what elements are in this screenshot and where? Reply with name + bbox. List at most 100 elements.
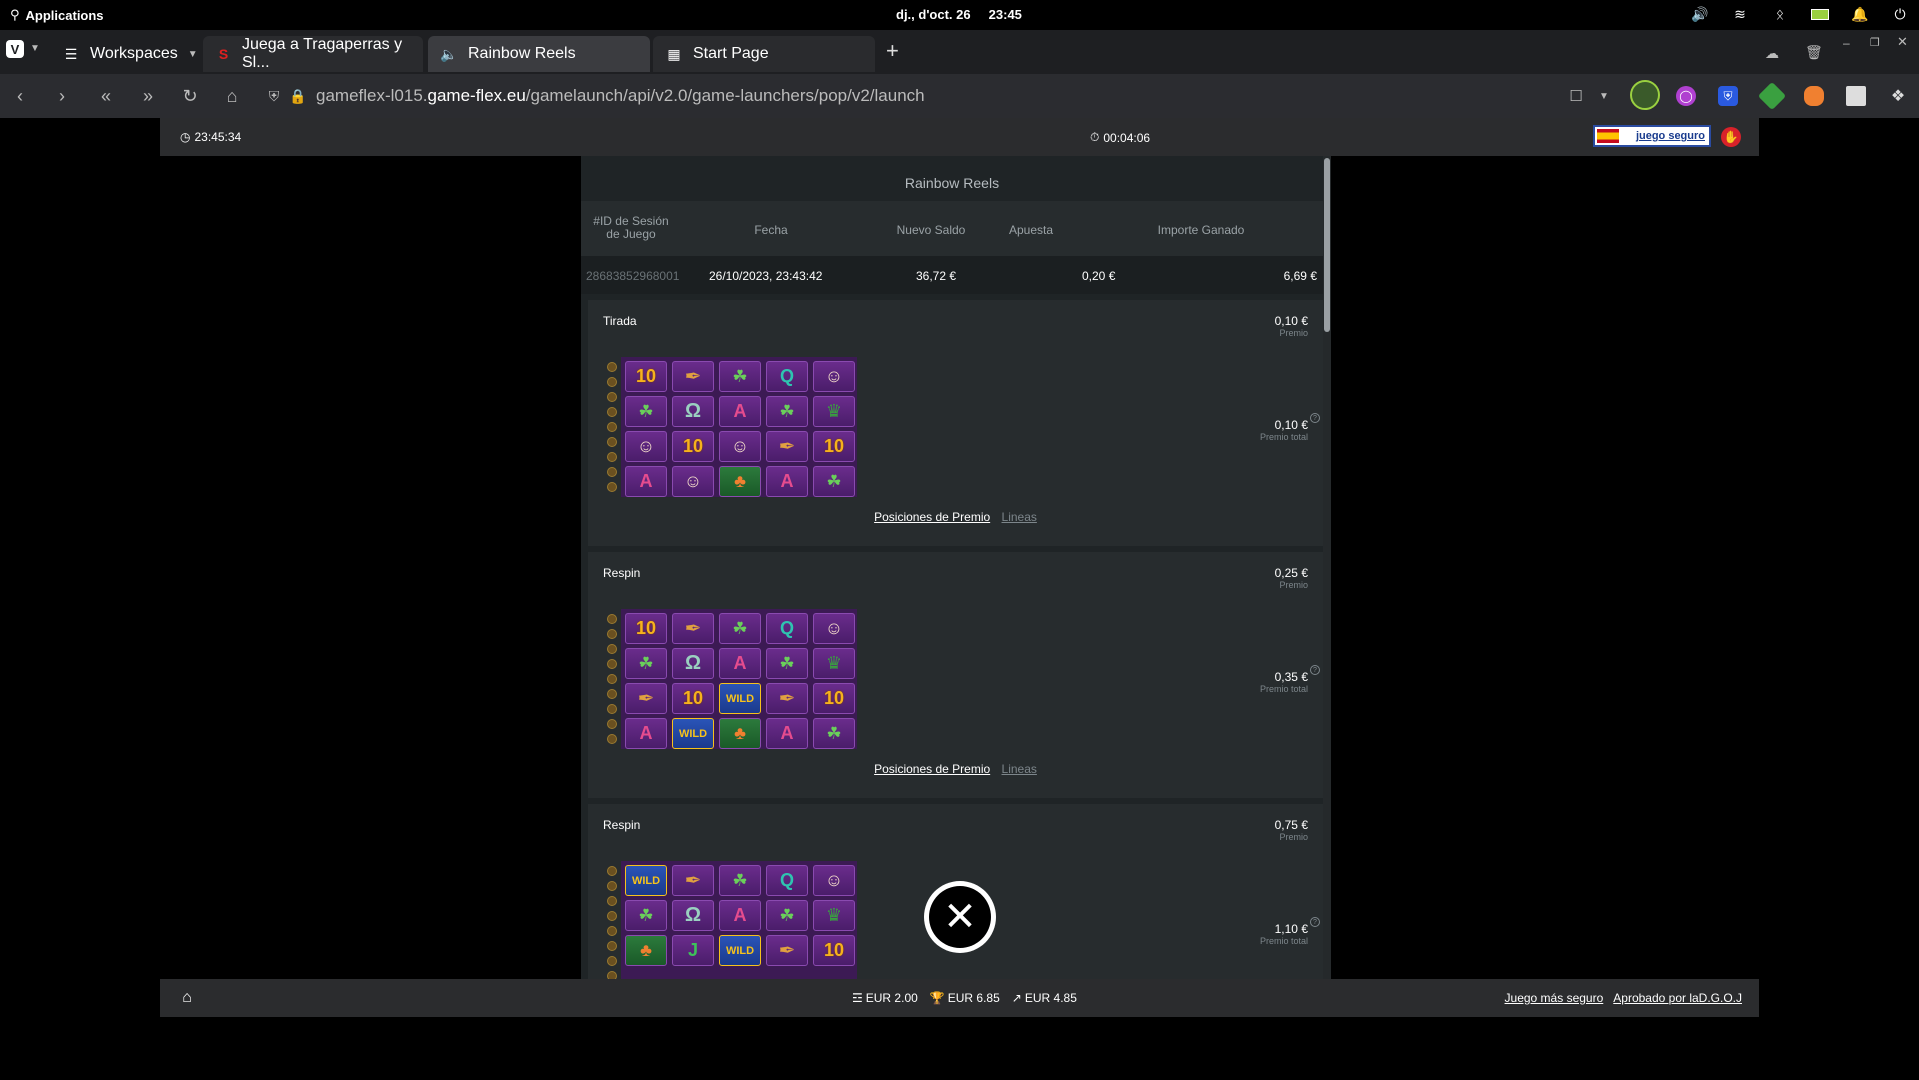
wifi-icon[interactable]: ≋ [1731,5,1749,23]
bluetooth-icon[interactable]: ᛟ [1771,5,1789,23]
spin-total: 0,10 € [1274,418,1308,432]
tab-rainbow-reels[interactable]: 🔈 Rainbow Reels [428,36,650,72]
reel-symbol: WILD [719,935,761,966]
reel-symbol: ♛ [813,648,855,679]
reel-symbol: ♣ [719,466,761,497]
extension-orange-icon[interactable] [1804,86,1824,106]
spin-total-label: Premio total [1259,684,1308,694]
reel-symbol: ♣ [719,718,761,749]
spin-total: 1,10 € [1274,922,1308,936]
os-clock[interactable]: dj., d'oct. 26 23:45 [896,7,1022,22]
stopwatch-icon: ⏱ [1090,130,1100,144]
extension-green-icon[interactable] [1757,81,1787,111]
layers-icon: ☰ [64,45,78,62]
tab-start-page[interactable]: ▦ Start Page [653,36,875,72]
prize-positions-link[interactable]: Posiciones de Premio [874,510,990,524]
balance-stats: ☲ EUR 2.00 🏆 EUR 6.85 ↗ EUR 4.85 [852,991,1077,1005]
minimize-button[interactable]: – [1843,36,1850,50]
reel-symbol: A [719,396,761,427]
reel-symbol: WILD [672,718,714,749]
applications-menu[interactable]: ⚲ Applications [10,7,104,23]
back-button[interactable]: ‹ [8,84,32,108]
volume-icon[interactable]: 🔊 [1691,5,1709,23]
spin-prize-label: Premio [1279,328,1308,338]
home-button[interactable]: ⌂ [220,84,244,108]
scrollbar[interactable] [1323,156,1331,979]
reel-symbol: ✒ [766,683,808,714]
prize-positions-link[interactable]: Posiciones de Premio [874,762,990,776]
reel-symbol: Ω [672,396,714,427]
spin-prize-label: Premio [1279,580,1308,590]
rewind-button[interactable]: « [94,84,118,108]
reel-symbol: ☺ [625,431,667,462]
profile-avatar[interactable] [1630,80,1660,110]
cloud-icon[interactable]: ☁ [1765,45,1779,62]
reel-symbol: ☘ [766,648,808,679]
close-history-button[interactable]: ✕ [924,881,996,953]
spin-name: Respin [603,566,641,580]
help-icon[interactable]: ? [1310,665,1320,675]
reel-symbol: A [625,466,667,497]
reel-symbol: ✒ [672,613,714,644]
vivaldi-menu-icon[interactable]: V [6,40,24,58]
shield-icon[interactable]: ⛨ [262,84,286,108]
workspaces-button[interactable]: ☰ Workspaces ▼ [50,36,198,72]
reel-symbol: WILD [625,865,667,896]
reload-button[interactable]: ↻ [178,84,202,108]
safer-gaming-link[interactable]: Juego más seguro [1505,991,1604,1005]
trophy-icon: 🏆 [929,991,945,1005]
lock-icon[interactable]: 🔒 [286,84,310,108]
reel-symbol: ☘ [813,466,855,497]
reel-symbol: ☘ [625,900,667,931]
spin-prize: 0,10 € [1274,314,1308,328]
tab-tragaperras[interactable]: S Juega a Tragaperras y Sl... [203,36,423,72]
page-icon[interactable] [1846,86,1866,106]
approved-by-link[interactable]: Aprobado por laD.G.O.J [1613,991,1742,1005]
os-top-bar: ⚲ Applications dj., d'oct. 26 23:45 🔊 ≋ … [0,0,1919,30]
close-icon: ✕ [929,886,991,948]
help-icon[interactable]: ? [1310,413,1320,423]
reel-grid: WILD ✒ ☘ Q ☺ ☘ Ω A ☘ ♛ ♣ J WILD ✒ 10 [621,861,857,979]
reel-symbol: ☘ [625,396,667,427]
spin-prize-label: Premio [1279,832,1308,842]
extensions-puzzle-icon[interactable]: ❖ [1886,84,1910,108]
bookmark-icon[interactable]: ☐ [1564,84,1588,108]
reel-symbol: ✒ [672,865,714,896]
reel-symbol: ☘ [719,613,761,644]
chevron-down-icon[interactable]: ▼ [30,43,40,54]
spin-total: 0,35 € [1274,670,1308,684]
fast-forward-button[interactable]: » [136,84,160,108]
help-icon[interactable]: ? [1310,917,1320,927]
lines-link[interactable]: Lineas [1002,510,1037,524]
reel-symbol: A [719,900,761,931]
bitwarden-icon[interactable]: ⛨ [1718,86,1738,106]
power-icon[interactable]: ⏻ [1891,5,1909,23]
system-tray: 🔊 ≋ ᛟ 🔔 ⏻ [1691,5,1909,23]
column-header: Importe Ganado [1157,223,1245,237]
extension-icon[interactable]: ◯ [1676,86,1696,106]
search-icon: ⚲ [10,7,20,22]
reel-symbol: A [719,648,761,679]
reel-symbol: ✒ [625,683,667,714]
hand-stop-icon[interactable]: ✋ [1721,127,1741,147]
home-icon[interactable]: ⌂ [178,989,196,1007]
notifications-icon[interactable]: 🔔 [1851,5,1869,23]
scrollbar-thumb[interactable] [1324,158,1330,332]
forward-button[interactable]: › [50,84,74,108]
spin-card: Respin 0,25 € Premio 10 ✒ ☘ Q ☺ ☘ Ω A ☘ ♛ ✒ 10 WILD ✒… [588,552,1323,798]
restore-button[interactable]: ❐ [1870,36,1880,49]
chevron-down-icon[interactable]: ▼ [1592,84,1616,108]
new-tab-button[interactable]: + [886,40,899,62]
spin-total-label: Premio total [1259,432,1308,442]
juego-seguro-badge[interactable]: juego seguro [1593,125,1711,147]
history-row[interactable]: 28683852968001 26/10/2023, 23:43:42 36,7… [581,256,1323,294]
lines-link[interactable]: Lineas [1002,762,1037,776]
reel-symbol: ☘ [625,648,667,679]
trash-icon[interactable]: 🗑 [1805,44,1823,61]
reel-symbol: ✒ [766,935,808,966]
close-window-button[interactable]: ✕ [1897,34,1908,50]
battery-icon[interactable] [1811,5,1829,23]
spin-name: Respin [603,818,641,832]
url-field[interactable]: gameflex-l015. game-flex.eu/gamelaunch/ap… [316,82,1656,110]
payline-indicators [607,866,619,979]
